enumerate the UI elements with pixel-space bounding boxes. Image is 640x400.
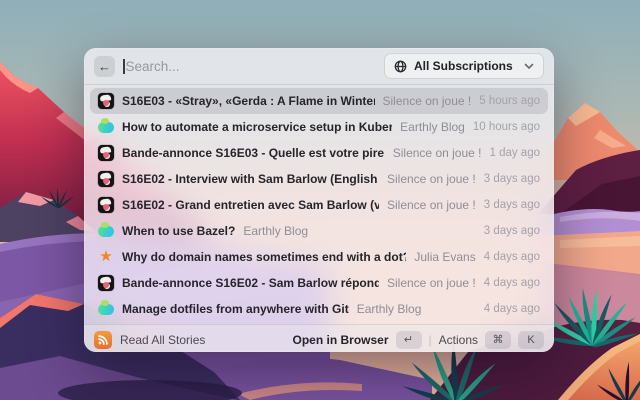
list-item[interactable]: How to automate a microservice setup in … — [90, 114, 548, 140]
soj-favicon — [98, 275, 114, 291]
search-bar: ← All Subscriptions — [84, 48, 554, 85]
article-timestamp: 3 days ago — [483, 173, 540, 185]
list-item[interactable]: ★ Why do domain names sometimes end with… — [90, 244, 548, 270]
article-timestamp: 3 days ago — [483, 199, 540, 211]
feed-name: Silence on joue ! — [387, 276, 476, 290]
article-timestamp: 10 hours ago — [472, 121, 540, 133]
earthly-favicon — [98, 300, 114, 317]
feed-name: Silence on joue ! — [387, 172, 476, 186]
soj-favicon — [98, 93, 114, 109]
article-title: S16E03 - «Stray», «Gerda : A Flame in Wi… — [122, 94, 375, 108]
article-title: S16E02 - Interview with Sam Barlow (Engl… — [122, 172, 379, 186]
subscriptions-dropdown[interactable]: All Subscriptions — [384, 53, 544, 79]
article-title: S16E02 - Grand entretien avec Sam Barlow… — [122, 198, 379, 212]
rss-icon — [94, 330, 112, 349]
list-item[interactable]: Manage dotfiles from anywhere with Git E… — [90, 296, 548, 322]
soj-favicon — [98, 171, 114, 187]
footer-bar: Read All Stories Open in Browser ↵ | Act… — [84, 324, 554, 352]
article-title: Bande-annonce S16E02 - Sam Barlow répond… — [122, 276, 379, 290]
list-item[interactable]: Bande-annonce S16E02 - Sam Barlow répond… — [90, 270, 548, 296]
feed-name: Earthly Blog — [400, 120, 465, 134]
k-key-badge: K — [518, 330, 544, 349]
list-item[interactable]: When to use Bazel? Earthly Blog 3 days a… — [90, 218, 548, 244]
article-timestamp: 1 day ago — [489, 147, 540, 159]
article-title: When to use Bazel? — [122, 224, 236, 238]
chevron-down-icon — [524, 63, 534, 70]
list-item[interactable]: S16E02 - Grand entretien avec Sam Barlow… — [90, 192, 548, 218]
actions-button[interactable]: Actions — [439, 333, 478, 347]
footer-divider: | — [428, 332, 432, 347]
article-timestamp: 3 days ago — [483, 225, 540, 237]
subscriptions-dropdown-label: All Subscriptions — [414, 59, 513, 73]
search-input[interactable] — [125, 58, 376, 74]
feed-name: Silence on joue ! — [387, 198, 476, 212]
feed-name: Earthly Blog — [243, 224, 309, 238]
return-key-badge: ↵ — [395, 330, 422, 349]
desktop: ← All Subscriptions — [0, 0, 640, 400]
article-title: Bande-annonce S16E03 - Quelle est votre … — [122, 146, 385, 160]
article-title: Manage dotfiles from anywhere with Git — [122, 302, 349, 316]
globe-icon — [394, 60, 407, 73]
text-caret — [123, 58, 125, 74]
feed-name: Silence on joue ! — [382, 94, 472, 108]
back-button[interactable]: ← — [94, 55, 115, 77]
soj-favicon — [98, 197, 114, 213]
article-timestamp: 4 days ago — [483, 277, 540, 289]
earthly-favicon — [98, 222, 114, 239]
command-key-badge: ⌘ — [485, 330, 511, 349]
feed-name: Earthly Blog — [356, 302, 422, 316]
earthly-favicon — [98, 118, 114, 135]
read-all-stories-label[interactable]: Read All Stories — [120, 333, 205, 347]
article-title: Why do domain names sometimes end with a… — [122, 250, 407, 264]
list-item[interactable]: S16E02 - Interview with Sam Barlow (Engl… — [90, 166, 548, 192]
article-list: S16E03 - «Stray», «Gerda : A Flame in Wi… — [84, 85, 554, 324]
article-timestamp: 5 hours ago — [479, 95, 540, 107]
article-title: How to automate a microservice setup in … — [122, 120, 393, 134]
article-timestamp: 4 days ago — [483, 303, 540, 315]
quick-search-window: ← All Subscriptions — [84, 48, 554, 352]
star-icon: ★ — [99, 248, 113, 265]
feed-name: Julia Evans — [414, 250, 476, 264]
soj-favicon — [98, 145, 114, 161]
list-item[interactable]: Bande-annonce S16E03 - Quelle est votre … — [90, 140, 548, 166]
open-in-browser-button[interactable]: Open in Browser — [292, 333, 388, 347]
feed-name: Silence on joue ! — [392, 146, 482, 160]
article-timestamp: 4 days ago — [483, 251, 540, 263]
list-item[interactable]: S16E03 - «Stray», «Gerda : A Flame in Wi… — [90, 88, 548, 114]
